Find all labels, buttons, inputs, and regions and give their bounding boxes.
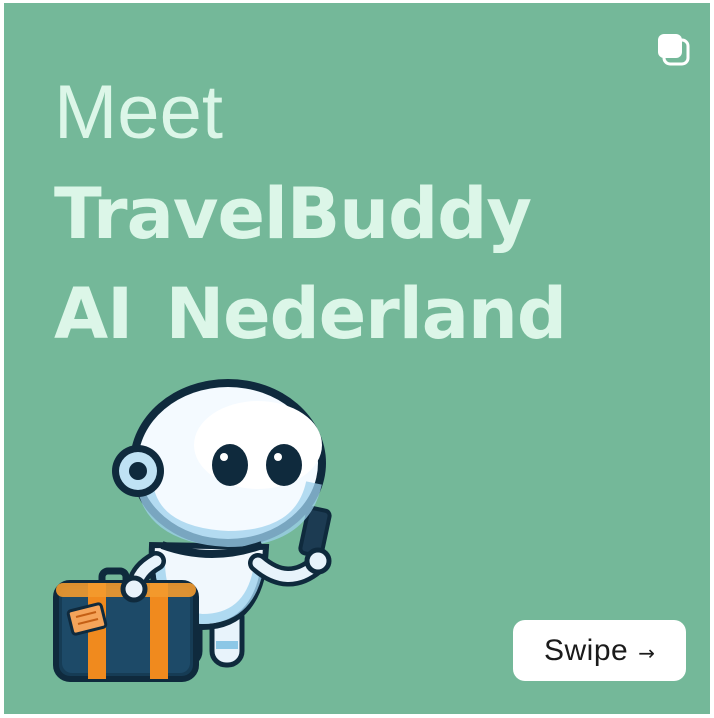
robot-traveler-illustration (52, 375, 392, 693)
headline-meet: Meet (54, 70, 223, 155)
post-frame: Meet TravelBuddy AI Nederland Swipe → (0, 0, 714, 718)
arrow-right-icon: → (638, 640, 655, 665)
headline-ai-nederland: AI Nederland (54, 273, 567, 355)
swipe-label: Swipe (544, 633, 629, 667)
carousel-slide: Meet TravelBuddy AI Nederland Swipe → (4, 3, 710, 714)
headline-travelbuddy: TravelBuddy (54, 173, 532, 255)
multiple-images-icon[interactable] (655, 31, 691, 67)
swipe-button[interactable]: Swipe → (513, 620, 686, 681)
